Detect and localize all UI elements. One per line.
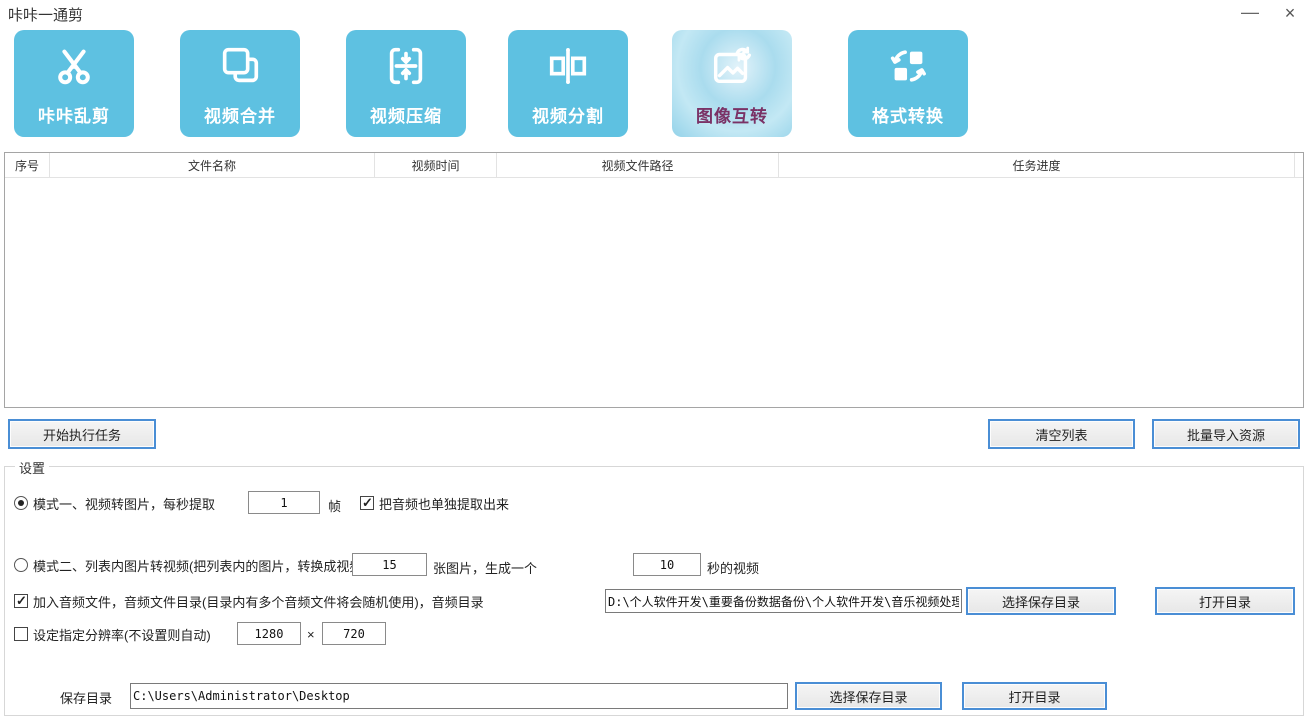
save-dir-label: 保存目录 <box>60 688 112 707</box>
tool-button-label: 视频压缩 <box>370 102 442 127</box>
extract-audio-label[interactable]: 把音频也单独提取出来 <box>379 494 509 513</box>
tool-button-random-cut[interactable]: 咔咔乱剪 <box>14 30 134 137</box>
scissors-icon <box>48 40 100 92</box>
minimize-button[interactable]: — <box>1236 1 1264 27</box>
window-title: 咔咔一通剪 <box>8 4 83 25</box>
tool-button-label: 视频分割 <box>532 102 604 127</box>
set-resolution-label[interactable]: 设定指定分辨率(不设置则自动) <box>33 625 211 644</box>
tool-button-image-convert[interactable]: 图像互转 <box>672 30 792 137</box>
column-header-duration[interactable]: 视频时间 <box>375 153 497 177</box>
column-header-filepath[interactable]: 视频文件路径 <box>497 153 779 177</box>
file-table-header: 序号 文件名称 视频时间 视频文件路径 任务进度 <box>5 153 1303 178</box>
resolution-separator: × <box>307 627 315 642</box>
save-open-dir-button[interactable]: 打开目录 <box>962 682 1107 710</box>
settings-group-title: 设置 <box>15 458 49 477</box>
resolution-row: 设定指定分辨率(不设置则自动) <box>14 621 1308 647</box>
format-convert-icon <box>882 40 934 92</box>
audio-choose-dir-button[interactable]: 选择保存目录 <box>966 587 1116 615</box>
add-audio-label[interactable]: 加入音频文件，音频文件目录(目录内有多个音频文件将会随机使用)，音频目录 <box>33 592 484 611</box>
start-task-button[interactable]: 开始执行任务 <box>8 419 156 449</box>
column-header-progress[interactable]: 任务进度 <box>779 153 1295 177</box>
add-audio-checkbox[interactable] <box>14 594 28 608</box>
mode2-radio[interactable] <box>14 558 28 572</box>
tool-button-label: 图像互转 <box>696 102 768 127</box>
mode2-mid-label: 张图片，生成一个 <box>433 558 537 577</box>
clear-list-button[interactable]: 清空列表 <box>988 419 1135 449</box>
save-directory-input[interactable] <box>130 683 788 709</box>
audio-open-dir-button[interactable]: 打开目录 <box>1155 587 1295 615</box>
file-table: 序号 文件名称 视频时间 视频文件路径 任务进度 <box>4 152 1304 408</box>
video-seconds-input[interactable] <box>633 553 701 576</box>
titlebar: 咔咔一通剪 — × <box>0 0 1308 28</box>
image-convert-icon <box>706 40 758 92</box>
images-per-video-input[interactable] <box>352 553 427 576</box>
video-split-icon <box>542 40 594 92</box>
frames-per-second-input[interactable] <box>248 491 320 514</box>
mode1-radio[interactable] <box>14 496 28 510</box>
column-header-filename[interactable]: 文件名称 <box>50 153 375 177</box>
resolution-width-input[interactable] <box>237 622 301 645</box>
column-header-index[interactable]: 序号 <box>5 153 50 177</box>
batch-import-button[interactable]: 批量导入资源 <box>1152 419 1300 449</box>
set-resolution-checkbox[interactable] <box>14 627 28 641</box>
mode1-label[interactable]: 模式一、视频转图片，每秒提取 <box>33 494 215 513</box>
video-merge-icon <box>214 40 266 92</box>
tool-button-format-convert[interactable]: 格式转换 <box>848 30 968 137</box>
tool-button-label: 格式转换 <box>872 102 944 127</box>
mode2-label[interactable]: 模式二、列表内图片转视频(把列表内的图片，转换成视频)，每 <box>33 556 393 575</box>
tool-button-video-compress[interactable]: 视频压缩 <box>346 30 466 137</box>
close-button[interactable]: × <box>1276 1 1304 27</box>
video-compress-icon <box>380 40 432 92</box>
mode2-suffix-label: 秒的视频 <box>707 558 759 577</box>
save-choose-dir-button[interactable]: 选择保存目录 <box>795 682 942 710</box>
tool-button-label: 咔咔乱剪 <box>38 102 110 127</box>
mode1-suffix-label: 帧 <box>328 496 341 515</box>
extract-audio-checkbox[interactable] <box>360 496 374 510</box>
audio-directory-input[interactable] <box>605 589 962 613</box>
app-window: 咔咔一通剪 — × 咔咔乱剪 <box>0 0 1308 721</box>
tool-button-video-merge[interactable]: 视频合并 <box>180 30 300 137</box>
extract-audio-row: 把音频也单独提取出来 <box>360 490 1308 516</box>
file-table-body[interactable] <box>5 178 1303 408</box>
tool-button-label: 视频合并 <box>204 102 276 127</box>
resolution-height-input[interactable] <box>322 622 386 645</box>
column-header-filler <box>1295 153 1303 177</box>
tool-button-video-split[interactable]: 视频分割 <box>508 30 628 137</box>
